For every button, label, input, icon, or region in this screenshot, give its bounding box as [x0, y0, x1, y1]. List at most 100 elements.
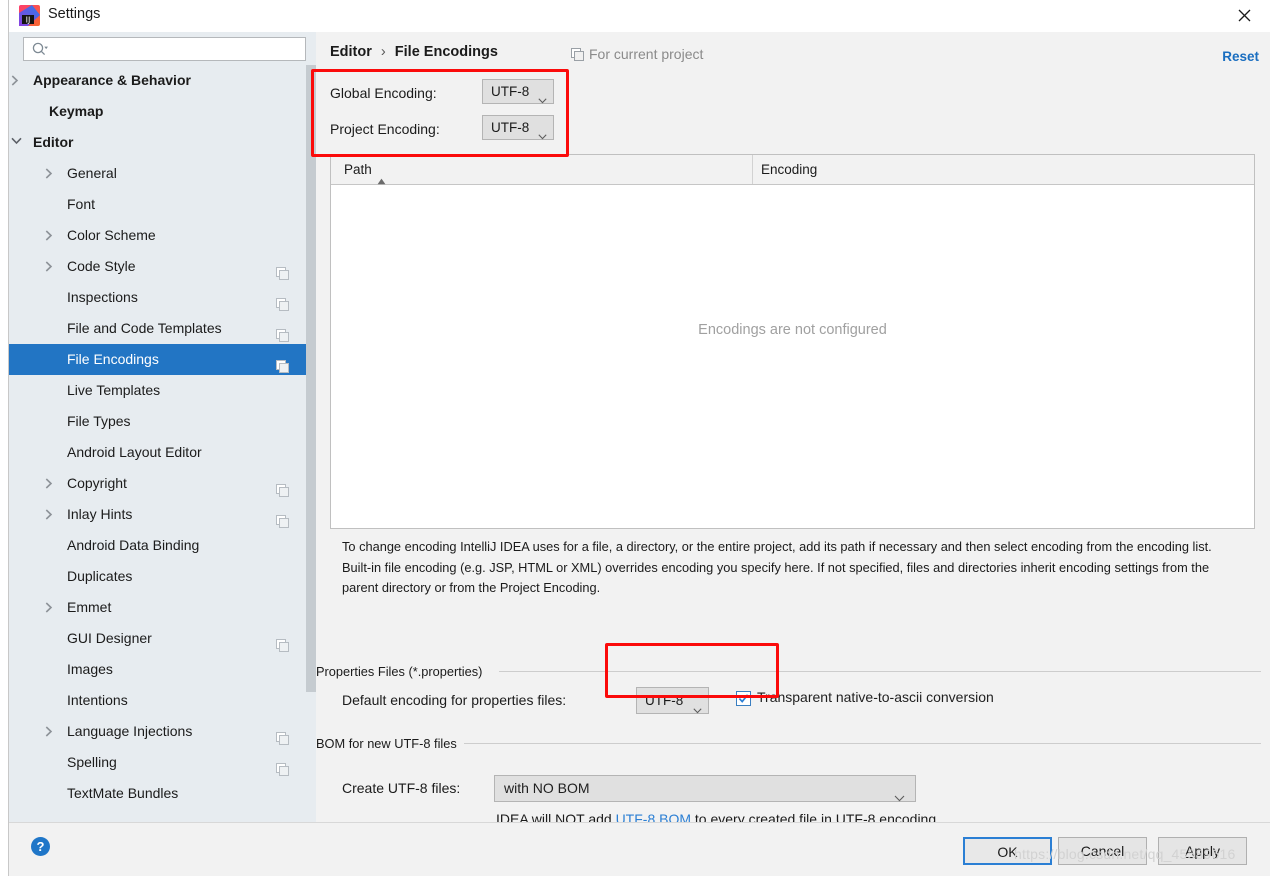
column-header-path-label: Path: [344, 162, 372, 177]
title-bar: IJ Settings: [9, 0, 1270, 32]
default-properties-encoding-label: Default encoding for properties files:: [342, 692, 567, 708]
breadcrumb-parent[interactable]: Editor: [330, 44, 372, 60]
sidebar-scrollbar-track[interactable]: [306, 65, 316, 822]
project-encoding-combo[interactable]: UTF-8: [482, 115, 554, 140]
sidebar-item-editor[interactable]: Editor: [9, 127, 316, 158]
sidebar-item-label: Emmet: [67, 599, 112, 615]
search-input[interactable]: [56, 38, 306, 62]
sidebar-item-label: Font: [67, 196, 96, 212]
sidebar-item-file-encodings[interactable]: File Encodings: [9, 344, 316, 375]
sidebar-item-file-types[interactable]: File Types: [9, 406, 316, 437]
sidebar-item-emmet[interactable]: Emmet: [9, 592, 316, 623]
search-box[interactable]: [23, 37, 306, 62]
pencil-icon: [1260, 222, 1270, 255]
sidebar-item-font[interactable]: Font: [9, 189, 316, 220]
sidebar-item-inlay-hints[interactable]: Inlay Hints: [9, 499, 316, 530]
sidebar-item-duplicates[interactable]: Duplicates: [9, 561, 316, 592]
settings-dialog: IJ Settings Appearance & Behavior Keymap…: [8, 0, 1270, 876]
sidebar-item-label: Spelling: [67, 754, 117, 770]
breadcrumb-separator: ›: [380, 44, 386, 60]
sidebar-item-label: Intentions: [67, 692, 128, 708]
chevron-right-icon[interactable]: [45, 468, 57, 499]
plus-icon[interactable]: [1260, 154, 1270, 187]
column-header-path[interactable]: Path: [344, 155, 386, 185]
global-encoding-value: UTF-8: [491, 84, 530, 99]
sidebar-item-android-data-binding[interactable]: Android Data Binding: [9, 530, 316, 561]
main-panel: Editor › File Encodings For current proj…: [316, 32, 1270, 827]
project-level-settings-icon: [276, 260, 289, 280]
project-level-settings-icon: [276, 508, 289, 528]
table-header-row: Path Encoding: [331, 155, 1254, 185]
intellij-idea-icon: IJ: [19, 5, 40, 26]
checkbox-box[interactable]: [736, 691, 751, 706]
create-utf8-files-value: with NO BOM: [504, 780, 590, 796]
sidebar-item-textmate-bundles[interactable]: TextMate Bundles: [9, 778, 316, 809]
sidebar-item-copyright[interactable]: Copyright: [9, 468, 316, 499]
chevron-right-icon[interactable]: [45, 220, 57, 251]
chevron-right-icon[interactable]: [45, 499, 57, 530]
sidebar-item-label: Live Templates: [67, 382, 161, 398]
search-icon: [32, 42, 49, 59]
sidebar-scrollbar-thumb[interactable]: [306, 65, 316, 692]
sidebar-item-file-and-code-templates[interactable]: File and Code Templates: [9, 313, 316, 344]
sidebar-item-label: TextMate Bundles: [67, 785, 179, 801]
breadcrumb-current: File Encodings: [394, 44, 498, 60]
chevron-right-icon[interactable]: [11, 65, 23, 96]
sidebar-item-general[interactable]: General: [9, 158, 316, 189]
sidebar-item-spelling[interactable]: Spelling: [9, 747, 316, 778]
window-title: Settings: [48, 6, 101, 22]
create-utf8-files-combo[interactable]: with NO BOM: [494, 775, 916, 802]
sidebar-item-label: File Types: [67, 413, 131, 429]
group-divider-line: [499, 671, 1261, 672]
chevron-right-icon[interactable]: [45, 592, 57, 623]
project-level-settings-icon: [276, 291, 289, 311]
encodings-description: To change encoding IntelliJ IDEA uses fo…: [342, 539, 1212, 595]
chevron-right-icon[interactable]: [45, 251, 57, 282]
sidebar-item-label: Inlay Hints: [67, 506, 133, 522]
reset-link[interactable]: Reset: [1222, 49, 1259, 64]
project-encoding-value: UTF-8: [491, 120, 530, 135]
sidebar-item-label: Keymap: [49, 103, 104, 119]
project-level-settings-icon: [276, 322, 289, 342]
properties-encoding-combo[interactable]: UTF-8: [636, 687, 709, 714]
properties-encoding-value: UTF-8: [645, 693, 684, 708]
sidebar-item-label: Duplicates: [67, 568, 133, 584]
sidebar-item-label: General: [67, 165, 117, 181]
global-encoding-combo[interactable]: UTF-8: [482, 79, 554, 104]
sidebar-item-live-templates[interactable]: Live Templates: [9, 375, 316, 406]
global-encoding-label: Global Encoding:: [330, 85, 437, 101]
sidebar-item-label: Copyright: [67, 475, 127, 491]
close-icon[interactable]: [1221, 0, 1267, 31]
sidebar-item-label: File and Code Templates: [67, 320, 222, 336]
chevron-down-icon: [693, 697, 702, 722]
transparent-native-to-ascii-label: Transparent native-to-ascii conversion: [757, 689, 994, 705]
chevron-right-icon[interactable]: [45, 158, 57, 189]
sidebar-item-code-style[interactable]: Code Style: [9, 251, 316, 282]
svg-text:IJ: IJ: [26, 16, 31, 25]
help-button[interactable]: ?: [31, 837, 50, 856]
sidebar-item-label: Language Injections: [67, 723, 193, 739]
sort-ascending-icon: [377, 166, 386, 195]
for-current-project-label: For current project: [589, 46, 704, 62]
sidebar-item-gui-designer[interactable]: GUI Designer: [9, 623, 316, 654]
chevron-down-icon: [538, 124, 547, 147]
sidebar-item-android-layout-editor[interactable]: Android Layout Editor: [9, 437, 316, 468]
sidebar-item-label: Images: [67, 661, 113, 677]
search-area: [9, 32, 316, 65]
sidebar-item-label: Code Style: [67, 258, 136, 274]
chevron-down-icon[interactable]: [11, 127, 23, 158]
chevron-down-icon: [538, 88, 547, 111]
sidebar-item-color-scheme[interactable]: Color Scheme: [9, 220, 316, 251]
settings-tree[interactable]: Appearance & Behavior Keymap Editor General…: [9, 65, 316, 822]
sidebar-item-intentions[interactable]: Intentions: [9, 685, 316, 716]
sidebar-item-appearance-behavior[interactable]: Appearance & Behavior: [9, 65, 316, 96]
project-level-settings-icon: [276, 353, 289, 373]
sidebar-item-keymap[interactable]: Keymap: [9, 96, 316, 127]
sidebar-item-language-injections[interactable]: Language Injections: [9, 716, 316, 747]
sidebar-item-images[interactable]: Images: [9, 654, 316, 685]
column-header-encoding[interactable]: Encoding: [761, 155, 817, 184]
chevron-right-icon[interactable]: [45, 716, 57, 747]
column-divider[interactable]: [752, 155, 753, 184]
sidebar-item-inspections[interactable]: Inspections: [9, 282, 316, 313]
encodings-table[interactable]: Path Encoding Encodings are not configur…: [330, 154, 1255, 529]
